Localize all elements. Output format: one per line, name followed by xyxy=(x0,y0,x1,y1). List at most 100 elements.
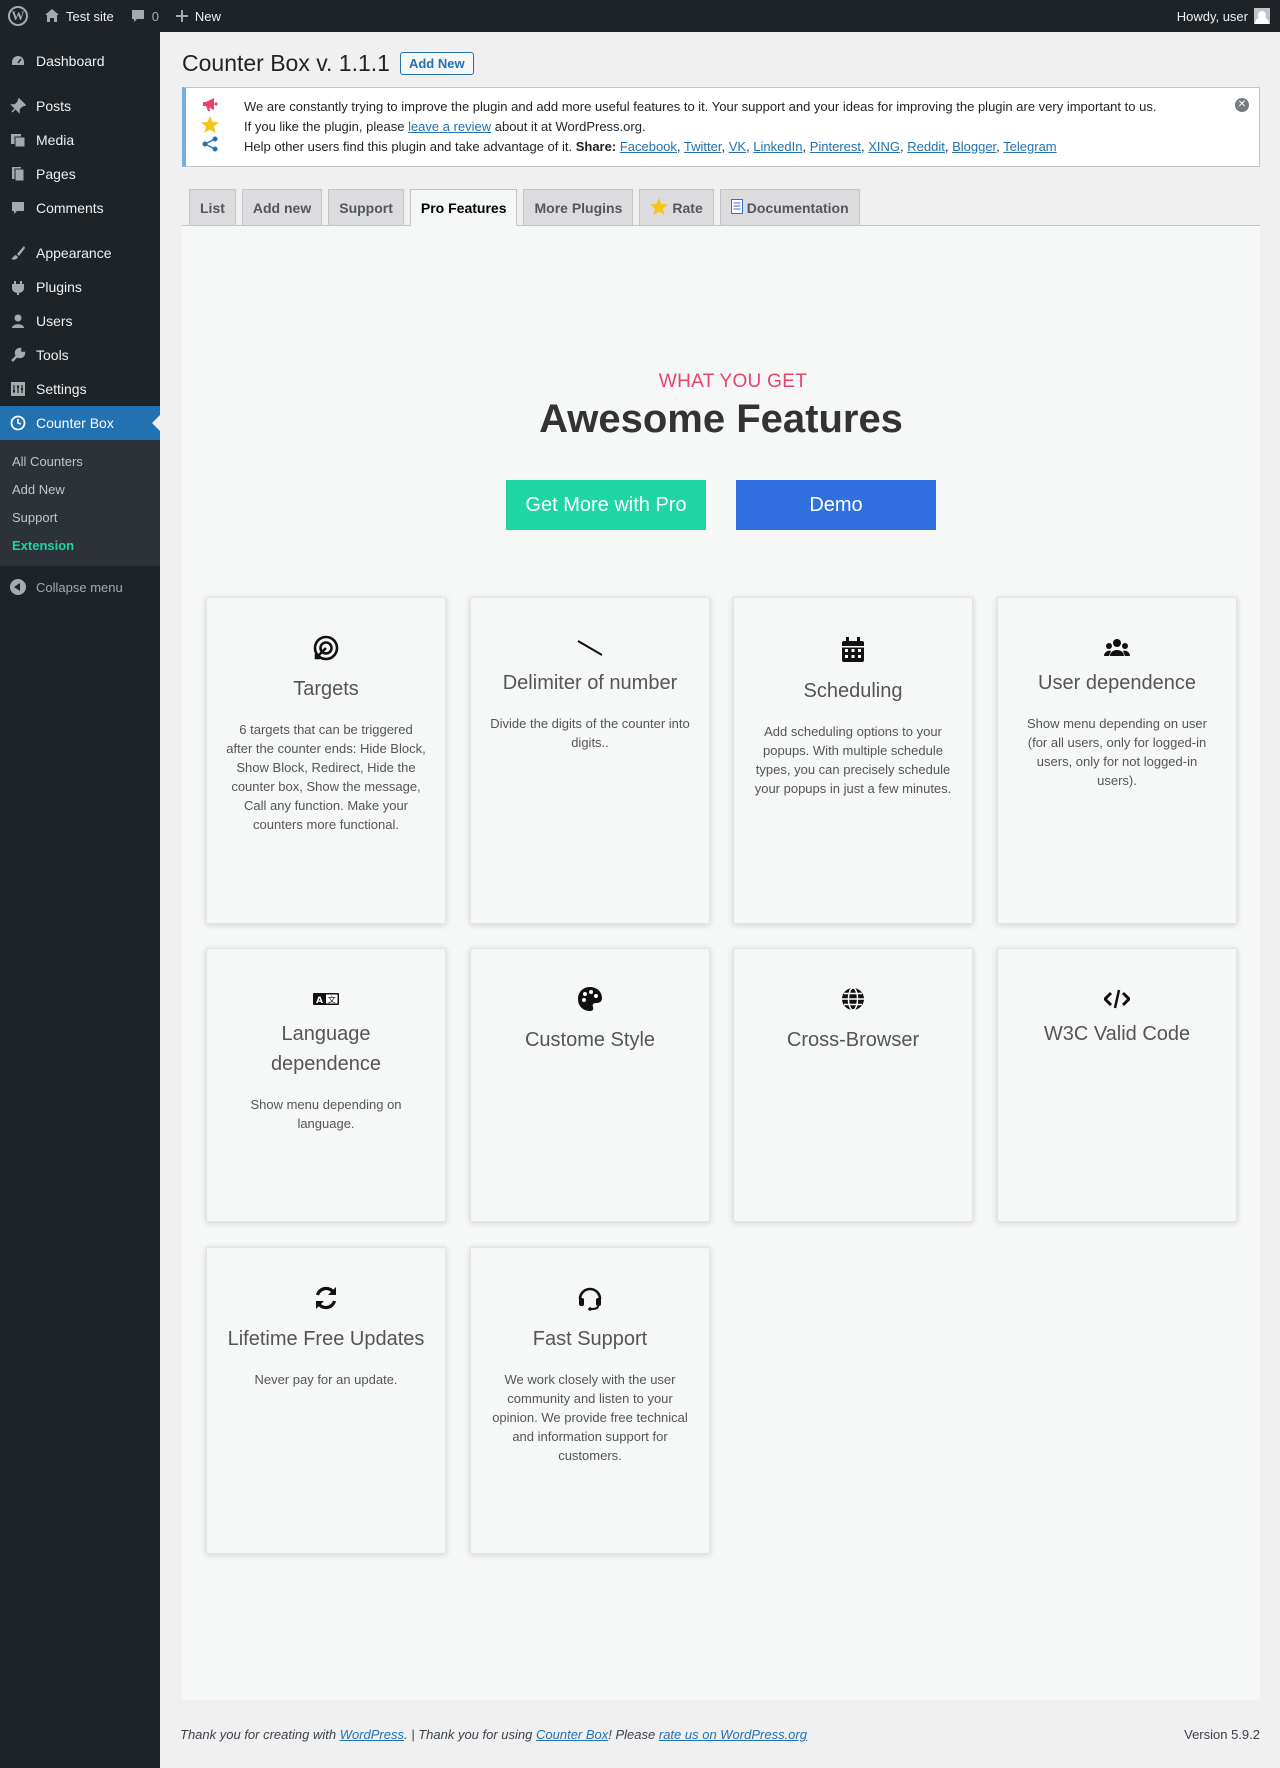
tab-more-plugins[interactable]: More Plugins xyxy=(523,189,634,225)
feature-card-w3c-valid-code: W3C Valid Code xyxy=(997,948,1237,1222)
sidebar-item-label: Plugins xyxy=(36,279,82,295)
submenu-add-new[interactable]: Add New xyxy=(0,475,160,503)
sidebar-item-users[interactable]: Users xyxy=(0,304,160,338)
share-linkedin-link[interactable]: LinkedIn xyxy=(753,139,802,154)
share-blogger-link[interactable]: Blogger xyxy=(952,139,996,154)
comments-link[interactable]: 0 xyxy=(122,0,167,32)
share-twitter-link[interactable]: Twitter xyxy=(684,139,722,154)
document-icon xyxy=(730,198,743,217)
feature-description: Show menu depending on language. xyxy=(250,1097,402,1131)
wrench-icon xyxy=(10,347,26,363)
tab-rate[interactable]: Rate xyxy=(639,189,714,225)
wordpress-logo-icon: W xyxy=(8,6,28,26)
share-xing-link[interactable]: XING xyxy=(868,139,900,154)
tab-label: More Plugins xyxy=(534,199,623,216)
share-label: Share: xyxy=(575,138,617,154)
counter-box-link[interactable]: Counter Box xyxy=(536,1727,608,1742)
main-content: Counter Box v. 1.1.1 Add New We are cons… xyxy=(182,32,1260,1700)
tab-pro-features[interactable]: Pro Features xyxy=(409,189,518,226)
pro-features-panel: WHAT YOU GET Awesome Features Get More w… xyxy=(182,226,1260,1700)
feature-title: Language dependence xyxy=(270,1023,382,1075)
star-icon xyxy=(200,115,220,137)
globe-icon xyxy=(752,983,954,1015)
sidebar-item-label: Appearance xyxy=(36,245,112,261)
share-reddit-link[interactable]: Reddit xyxy=(907,139,945,154)
users-icon xyxy=(1016,632,1218,664)
feature-card-custome-style: Custome Style xyxy=(470,948,710,1222)
tab-add-new[interactable]: Add new xyxy=(241,189,323,225)
sidebar-item-counter-box[interactable]: Counter Box xyxy=(0,406,160,440)
sidebar-item-plugins[interactable]: Plugins xyxy=(0,270,160,304)
submenu-support[interactable]: Support xyxy=(0,503,160,531)
feature-title: Lifetime Free Updates xyxy=(227,1328,425,1350)
feature-card-lifetime-free-updates: Lifetime Free Updates Never pay for an u… xyxy=(206,1247,446,1554)
feature-card-targets: Targets 6 targets that can be triggered … xyxy=(206,597,446,924)
feature-title: User dependence xyxy=(1038,672,1196,694)
tab-label: Documentation xyxy=(746,199,849,216)
feature-description: 6 targets that can be triggered after th… xyxy=(226,722,426,832)
get-more-with-pro-button[interactable]: Get More with Pro xyxy=(506,480,706,530)
plugin-tabs: List Add new Support Pro Features More P… xyxy=(182,189,1260,226)
code-icon xyxy=(1016,983,1218,1015)
sidebar-item-settings[interactable]: Settings xyxy=(0,372,160,406)
sidebar-item-label: Counter Box xyxy=(36,415,114,431)
add-new-button[interactable]: Add New xyxy=(399,52,474,75)
feature-title: Cross-Browser xyxy=(786,1029,920,1051)
version-text: Version 5.9.2 xyxy=(1184,1727,1260,1742)
tab-support[interactable]: Support xyxy=(328,189,404,225)
tab-label: Rate xyxy=(672,199,703,216)
slash-icon xyxy=(489,632,691,664)
admin-footer: Thank you for creating with WordPress. |… xyxy=(180,1727,1260,1742)
sidebar-item-posts[interactable]: Posts xyxy=(0,89,160,123)
tab-label: Support xyxy=(339,199,393,216)
share-facebook-link[interactable]: Facebook xyxy=(620,139,677,154)
wordpress-logo-button[interactable]: W xyxy=(0,0,36,32)
plus-icon xyxy=(175,10,188,22)
sidebar-item-appearance[interactable]: Appearance xyxy=(0,236,160,270)
demo-button[interactable]: Demo xyxy=(736,480,936,530)
sidebar-item-label: Comments xyxy=(36,200,104,216)
sidebar-item-pages[interactable]: Pages xyxy=(0,157,160,191)
leave-review-link[interactable]: leave a review xyxy=(408,119,491,134)
new-content-link[interactable]: New xyxy=(167,0,229,32)
submenu-all-counters[interactable]: All Counters xyxy=(0,447,160,475)
wordpress-link[interactable]: WordPress xyxy=(340,1727,404,1742)
brush-icon xyxy=(10,245,26,261)
svg-text:文: 文 xyxy=(328,995,336,1005)
site-name-link[interactable]: Test site xyxy=(36,0,122,32)
sidebar-item-comments[interactable]: Comments xyxy=(0,191,160,225)
feature-description: Show menu depending on user (for all use… xyxy=(1027,716,1207,788)
sidebar-item-tools[interactable]: Tools xyxy=(0,338,160,372)
clock-icon xyxy=(10,415,26,431)
dismiss-notice-icon[interactable]: ✕ xyxy=(1235,98,1249,112)
settings-icon xyxy=(10,381,26,397)
pin-icon xyxy=(10,98,26,114)
admin-sidebar: Dashboard Posts Media Pages Comments App… xyxy=(0,32,160,1768)
submenu-extension[interactable]: Extension xyxy=(0,531,160,559)
account-menu[interactable]: Howdy, user xyxy=(1169,0,1280,32)
feature-card-cross-browser: Cross-Browser xyxy=(733,948,973,1222)
sidebar-item-label: Pages xyxy=(36,166,76,182)
collapse-menu-button[interactable]: Collapse menu xyxy=(0,570,160,604)
tab-list[interactable]: List xyxy=(189,189,236,225)
feature-card-fast-support: Fast Support We work closely with the us… xyxy=(470,1247,710,1554)
feature-description: Divide the digits of the counter into di… xyxy=(490,716,690,750)
counter-box-submenu: All Counters Add New Support Extension xyxy=(0,440,160,566)
sidebar-item-label: Posts xyxy=(36,98,72,114)
rate-us-link[interactable]: rate us on WordPress.org xyxy=(659,1727,807,1742)
notice-line-1: We are constantly trying to improve the … xyxy=(244,98,1157,114)
refresh-icon xyxy=(225,1282,427,1314)
sidebar-item-media[interactable]: Media xyxy=(0,123,160,157)
share-pinterest-link[interactable]: Pinterest xyxy=(810,139,861,154)
tab-documentation[interactable]: Documentation xyxy=(719,189,860,225)
share-telegram-link[interactable]: Telegram xyxy=(1003,139,1056,154)
comment-icon xyxy=(10,200,26,216)
sidebar-item-label: Tools xyxy=(36,347,69,363)
share-vk-link[interactable]: VK xyxy=(729,139,746,154)
comment-icon xyxy=(131,10,144,22)
section-eyebrow: WHAT YOU GET xyxy=(658,371,808,392)
sidebar-item-dashboard[interactable]: Dashboard xyxy=(0,44,160,78)
admin-bar: W Test site 0 New Howdy, user xyxy=(0,0,1280,32)
feature-title: Targets xyxy=(293,678,359,700)
user-icon xyxy=(10,313,26,329)
